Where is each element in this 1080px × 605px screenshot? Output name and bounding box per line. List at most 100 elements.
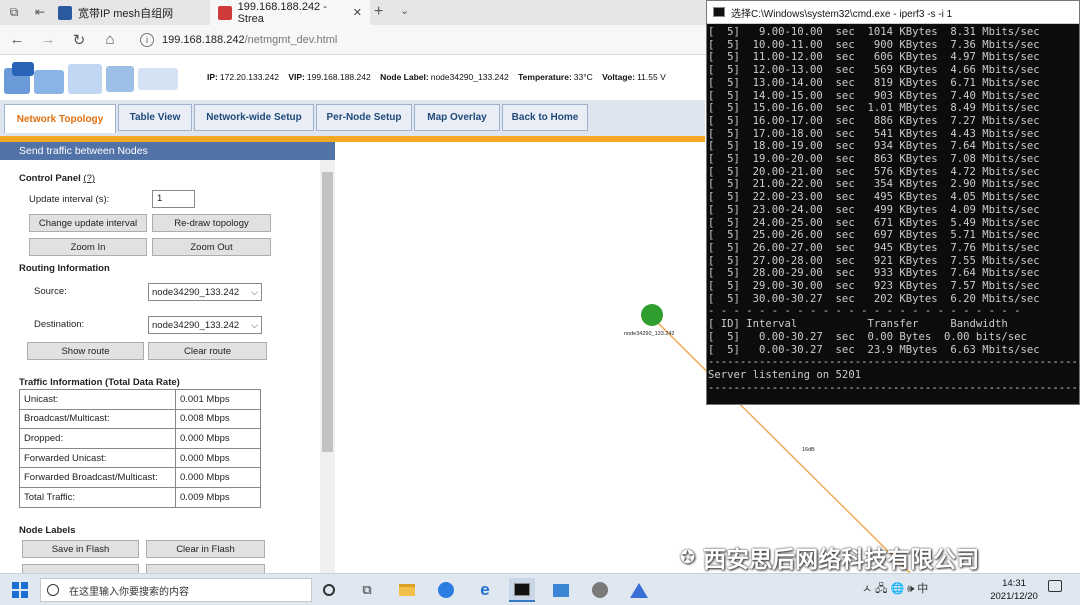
ip-label: IP: xyxy=(207,72,218,82)
cmd-line: [ 5] 10.00-11.00 sec 900 KBytes 7.36 Mbi… xyxy=(708,38,1040,51)
forward-arrow-icon[interactable]: → xyxy=(38,31,58,48)
hidden-button[interactable] xyxy=(22,564,139,573)
cmd-line: [ 5] 11.00-12.00 sec 606 KBytes 4.97 Mbi… xyxy=(708,51,1040,64)
cmd-title: 选择C:\Windows\system32\cmd.exe - iperf3 -… xyxy=(731,8,953,20)
source-value: node34290_133.242 xyxy=(152,286,240,298)
help-link[interactable]: (?) xyxy=(83,173,95,184)
node-label-label: Node Label: xyxy=(380,72,429,82)
home-icon[interactable]: ⌂ xyxy=(100,31,120,48)
destination-value: node34290_133.242 xyxy=(152,319,240,331)
page-header: IP: 172.20.133.242 VIP: 199.168.188.242 No… xyxy=(0,56,705,100)
tab-actions-icon[interactable]: ⧉ xyxy=(6,4,22,20)
temperature-label: Temperature: xyxy=(518,72,572,82)
table-row: Total Traffic: 0.009 Mbps xyxy=(19,486,261,508)
topology-node-label: node34290_133.242 xyxy=(624,331,674,337)
cmd-line: [ 5] 23.00-24.00 sec 499 KBytes 4.09 Mbi… xyxy=(708,203,1040,216)
tab-per-node-setup[interactable]: Per-Node Setup xyxy=(316,104,412,131)
control-panel-title: Control Panel (?) xyxy=(19,173,96,184)
cmd-line: [ 5] 18.00-19.00 sec 934 KBytes 7.64 Mbi… xyxy=(708,140,1040,153)
tab-network-wide-setup[interactable]: Network-wide Setup xyxy=(194,104,314,131)
node-labels-title: Node Labels xyxy=(19,525,76,536)
traffic-label: Forwarded Unicast: xyxy=(19,447,176,469)
back-arrow-icon[interactable]: ← xyxy=(7,31,27,48)
system-tray[interactable]: ㅅ 🖧 🌐 🕪 中 xyxy=(862,580,928,599)
app-window-icon[interactable] xyxy=(548,578,574,602)
traffic-label: Forwarded Broadcast/Multicast: xyxy=(19,467,176,488)
back-tab-icon[interactable]: ⇤ xyxy=(32,4,48,20)
save-in-flash-button[interactable]: Save in Flash xyxy=(22,540,139,558)
windows-start-icon[interactable] xyxy=(12,582,28,598)
new-tab-icon[interactable]: + xyxy=(374,3,383,21)
clear-in-flash-button[interactable]: Clear in Flash xyxy=(146,540,265,558)
cmd-line: [ 5] 14.00-15.00 sec 903 KBytes 7.40 Mbi… xyxy=(708,89,1040,102)
vip-value: 199.168.188.242 xyxy=(306,72,371,82)
change-update-interval-button[interactable]: Change update interval xyxy=(29,214,147,232)
chevron-down-icon: ⌵ xyxy=(251,286,258,297)
traffic-label: Unicast: xyxy=(19,389,176,410)
app-blue-icon[interactable] xyxy=(433,578,459,602)
cmd-line: [ 5] 12.00-13.00 sec 569 KBytes 4.66 Mbi… xyxy=(708,64,1040,77)
edge-icon[interactable]: e xyxy=(472,578,498,602)
voltage-value: 11.55 V xyxy=(637,72,666,82)
cmd-line: - - - - - - - - - - - - - - - - - - - - … xyxy=(708,305,1021,318)
topology-link-label: 16dB xyxy=(802,447,815,453)
scrollbar-thumb[interactable] xyxy=(322,172,333,452)
redraw-topology-button[interactable]: Re-draw topology xyxy=(152,214,271,232)
cmd-line: [ 5] 29.00-30.00 sec 923 KBytes 7.57 Mbi… xyxy=(708,280,1040,293)
notification-icon[interactable] xyxy=(1048,580,1064,598)
cmd-line: [ 5] 16.00-17.00 sec 886 KBytes 7.27 Mbi… xyxy=(708,114,1040,127)
browser-tab-active[interactable]: 199.168.188.242 - Strea ✕ xyxy=(210,0,370,25)
close-tab-icon[interactable]: ✕ xyxy=(353,6,362,19)
update-interval-input[interactable]: 1 xyxy=(152,190,195,208)
table-row: Unicast: 0.001 Mbps xyxy=(19,389,261,410)
info-icon[interactable]: i xyxy=(140,33,154,47)
url-host: 199.168.188.242 xyxy=(162,34,245,46)
tab-network-topology[interactable]: Network Topology xyxy=(4,104,116,133)
cmd-line: ----------------------------------------… xyxy=(708,381,1080,394)
traffic-label: Dropped: xyxy=(19,428,176,449)
zoom-out-button[interactable]: Zoom Out xyxy=(152,238,271,256)
traffic-label: Broadcast/Multicast: xyxy=(19,408,176,430)
cortana-icon[interactable] xyxy=(316,578,342,602)
chevron-down-icon[interactable]: ⌄ xyxy=(400,4,409,17)
panel-scrollbar[interactable] xyxy=(320,160,335,573)
zoom-in-button[interactable]: Zoom In xyxy=(29,238,147,256)
cmd-line: [ 5] 25.00-26.00 sec 697 KBytes 5.71 Mbi… xyxy=(708,229,1040,242)
temperature-value: 33°C xyxy=(573,72,593,82)
hidden-button[interactable] xyxy=(146,564,265,573)
cmd-taskbar-icon[interactable] xyxy=(509,578,535,602)
cmd-line: [ 5] 0.00-30.27 sec 0.00 Bytes 0.00 bits… xyxy=(708,330,1027,343)
app-triangle-icon[interactable] xyxy=(626,578,652,602)
cmd-title-bar[interactable]: 选择C:\Windows\system32\cmd.exe - iperf3 -… xyxy=(707,1,1079,24)
tab-back-to-home[interactable]: Back to Home xyxy=(502,104,588,131)
cmd-line: ----------------------------------------… xyxy=(708,356,1080,369)
network-tool-icon[interactable] xyxy=(587,578,613,602)
taskbar-search[interactable]: 在这里输入你要搜索的内容 xyxy=(40,578,312,602)
clear-route-button[interactable]: Clear route xyxy=(148,342,267,360)
topology-node[interactable] xyxy=(641,304,663,326)
tab-title: 199.168.188.242 - Strea xyxy=(237,0,327,25)
cmd-line: [ 5] 0.00-30.27 sec 23.9 MBytes 6.63 Mbi… xyxy=(708,343,1040,356)
show-route-button[interactable]: Show route xyxy=(27,342,144,360)
file-explorer-icon[interactable] xyxy=(394,578,420,602)
address-bar[interactable]: i 199.168.188.242/netmgmt_dev.html xyxy=(140,29,700,51)
traffic-value: 0.000 Mbps xyxy=(175,428,261,449)
taskbar-clock[interactable]: 14:31 2021/12/20 xyxy=(982,577,1046,603)
refresh-icon[interactable]: ↻ xyxy=(69,31,89,49)
watermark: ✪ 西安思后网络科技有限公司 xyxy=(680,540,979,574)
tab-table-view[interactable]: Table View xyxy=(118,104,192,131)
source-label: Source: xyxy=(34,286,67,297)
cmd-line: [ 5] 13.00-14.00 sec 819 KBytes 6.71 Mbi… xyxy=(708,76,1040,89)
source-select[interactable]: node34290_133.242 ⌵ xyxy=(148,283,262,301)
vip-label: VIP: xyxy=(288,72,305,82)
traffic-value: 0.009 Mbps xyxy=(175,486,261,508)
browser-tab-mesh[interactable]: 宽带IP mesh自组网 xyxy=(50,0,208,25)
site-favicon-icon xyxy=(218,5,232,20)
cmd-window[interactable]: 选择C:\Windows\system32\cmd.exe - iperf3 -… xyxy=(706,0,1080,405)
destination-select[interactable]: node34290_133.242 ⌵ xyxy=(148,316,262,334)
send-traffic-link[interactable]: Send traffic between Nodes xyxy=(0,142,335,160)
task-view-icon[interactable]: ⧉ xyxy=(354,578,380,602)
tab-map-overlay[interactable]: Map Overlay xyxy=(414,104,500,131)
watermark-text: 西安思后网络科技有限公司 xyxy=(703,546,980,572)
traffic-value: 0.000 Mbps xyxy=(175,467,261,488)
